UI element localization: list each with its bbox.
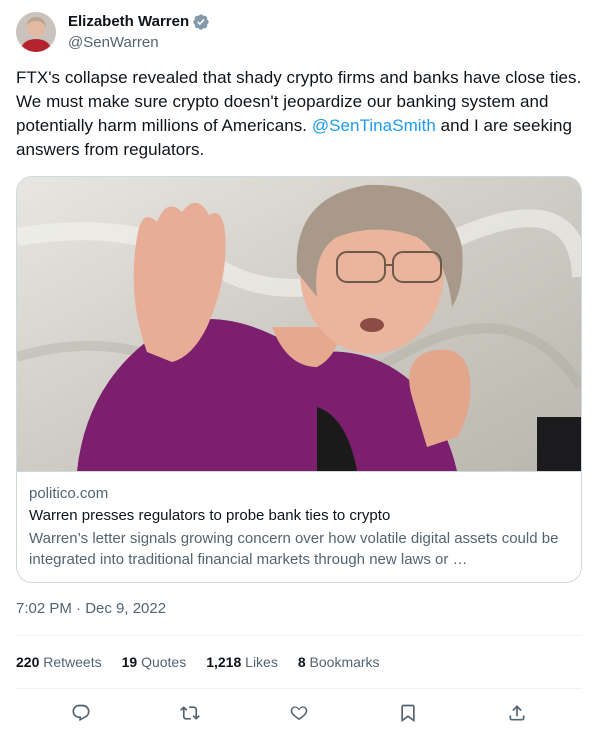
share-icon xyxy=(509,705,525,721)
retweet-button[interactable] xyxy=(173,696,207,730)
retweet-icon xyxy=(179,706,200,720)
card-image[interactable] xyxy=(17,177,581,471)
bookmark-button[interactable] xyxy=(391,696,425,730)
card-body: politico.com Warren presses regulators t… xyxy=(17,471,581,582)
retweets-stat[interactable]: 220 Retweets xyxy=(16,654,102,670)
action-bar xyxy=(16,689,582,737)
stats-row: 220 Retweets 19 Quotes 1,218 Likes 8 Boo… xyxy=(16,636,582,688)
bookmarks-label: Bookmarks xyxy=(309,654,380,670)
name-row: Elizabeth Warren xyxy=(68,12,210,31)
likes-count: 1,218 xyxy=(206,654,242,670)
retweets-count: 220 xyxy=(16,654,40,670)
card-title[interactable]: Warren presses regulators to probe bank … xyxy=(29,506,569,526)
tweet: Elizabeth Warren @SenWarren FTX's collap… xyxy=(0,0,598,738)
verified-badge-icon[interactable] xyxy=(192,13,210,31)
quotes-label: Quotes xyxy=(141,654,187,670)
author-name[interactable]: Elizabeth Warren xyxy=(68,12,189,31)
likes-stat[interactable]: 1,218 Likes xyxy=(206,654,278,670)
reply-button[interactable] xyxy=(64,696,98,730)
author-handle[interactable]: @SenWarren xyxy=(68,33,210,52)
bookmarks-stat[interactable]: 8 Bookmarks xyxy=(298,654,380,670)
author-names: Elizabeth Warren @SenWarren xyxy=(68,12,210,52)
retweets-label: Retweets xyxy=(43,654,102,670)
timestamp[interactable]: 7:02 PM · Dec 9, 2022 xyxy=(16,599,582,619)
likes-label: Likes xyxy=(245,654,278,670)
tweet-header: Elizabeth Warren @SenWarren xyxy=(16,12,582,52)
link-card[interactable]: politico.com Warren presses regulators t… xyxy=(16,176,582,583)
avatar-image xyxy=(16,12,56,52)
share-button[interactable] xyxy=(500,696,534,730)
like-button[interactable] xyxy=(282,696,316,730)
quotes-stat[interactable]: 19 Quotes xyxy=(122,654,187,670)
avatar[interactable] xyxy=(16,12,56,52)
quotes-count: 19 xyxy=(121,654,138,670)
reply-icon xyxy=(72,704,90,722)
card-description: Warren’s letter signals growing concern … xyxy=(29,530,559,568)
bookmarks-count: 8 xyxy=(297,654,306,670)
mention-link[interactable]: @SenTinaSmith xyxy=(312,116,436,135)
bookmark-icon xyxy=(401,704,415,723)
tweet-text: FTX's collapse revealed that shady crypt… xyxy=(16,66,582,162)
like-icon xyxy=(290,706,308,720)
card-domain: politico.com xyxy=(29,485,109,502)
